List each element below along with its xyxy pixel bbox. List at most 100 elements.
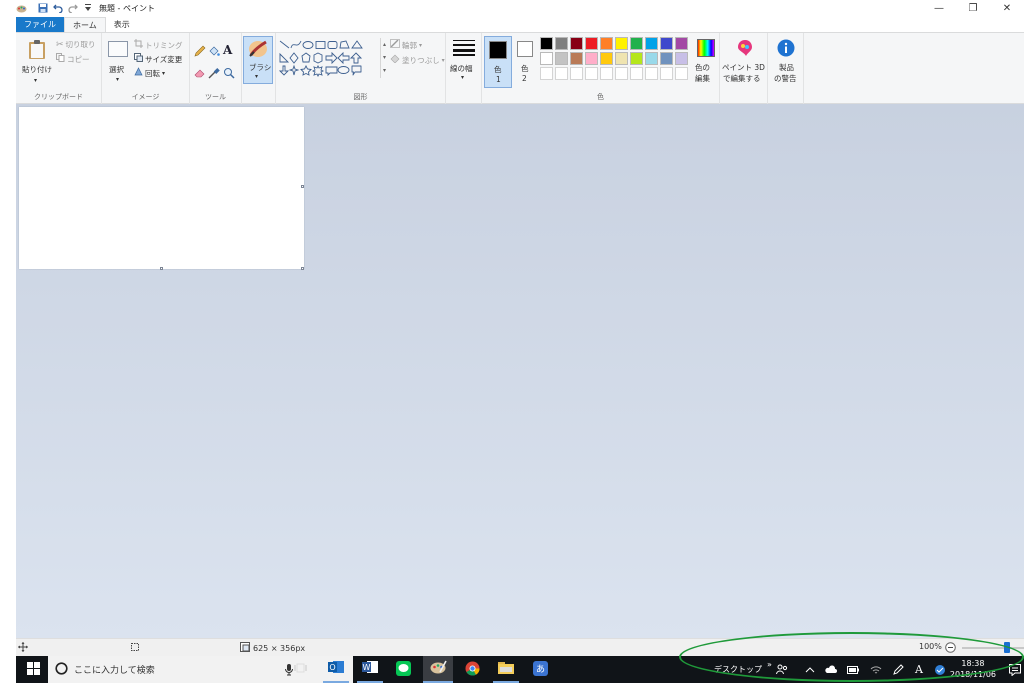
palette-swatch[interactable] xyxy=(675,67,688,80)
pen-workspace-icon[interactable] xyxy=(893,656,904,683)
taskbar-paint[interactable] xyxy=(423,656,453,683)
palette-swatch[interactable] xyxy=(645,67,658,80)
brush-button[interactable]: ブラシ ▾ xyxy=(243,36,273,84)
pencil-icon[interactable] xyxy=(194,45,206,60)
desktop-toolbar[interactable]: デスクトップ » xyxy=(714,656,772,683)
zoom-slider-track[interactable] xyxy=(962,647,1024,649)
line-width-button[interactable]: 線の幅 ▾ xyxy=(448,38,480,88)
taskbar-ime-pad[interactable]: あ xyxy=(527,656,553,683)
ime-mode-icon[interactable]: A xyxy=(915,656,923,683)
start-button[interactable] xyxy=(22,656,44,683)
battery-icon[interactable] xyxy=(847,656,859,683)
save-icon[interactable] xyxy=(37,3,48,14)
edit-with-paint3d-button[interactable]: ペイント 3D で編集する xyxy=(722,38,766,88)
shapes-gallery[interactable] xyxy=(278,38,379,78)
zoom-slider-thumb[interactable] xyxy=(1004,642,1010,653)
color-picker-icon[interactable] xyxy=(208,67,220,82)
toolbar-chevron[interactable]: » xyxy=(767,660,772,669)
redo-icon[interactable] xyxy=(67,3,78,14)
palette-swatch[interactable] xyxy=(585,67,598,80)
palette-swatch[interactable] xyxy=(660,37,673,50)
color2-button[interactable]: 色 2 xyxy=(514,36,536,88)
palette-swatch[interactable] xyxy=(630,37,643,50)
palette-swatch[interactable] xyxy=(600,37,613,50)
people-icon[interactable] xyxy=(776,656,788,683)
cut-button[interactable]: ✂ 切り取り xyxy=(56,39,96,50)
palette-swatch[interactable] xyxy=(570,52,583,65)
rotate-button[interactable]: 回転 ▾ xyxy=(134,67,165,79)
canvas-resize-handle-bottom[interactable] xyxy=(160,267,163,270)
taskbar-line[interactable] xyxy=(390,656,416,683)
zoom-out-icon[interactable] xyxy=(945,642,956,656)
defender-shield-icon[interactable] xyxy=(934,656,946,683)
wifi-icon[interactable] xyxy=(870,656,882,683)
taskbar-outlook[interactable]: O xyxy=(323,656,349,683)
tab-file[interactable]: ファイル xyxy=(16,17,64,32)
undo-icon[interactable] xyxy=(52,3,63,14)
fill-button[interactable]: 塗りつぶし ▾ xyxy=(390,54,445,66)
palette-swatch[interactable] xyxy=(540,37,553,50)
product-alert-button[interactable]: 製品 の警告 xyxy=(770,38,802,88)
palette-swatch[interactable] xyxy=(630,52,643,65)
tab-home[interactable]: ホーム xyxy=(64,17,106,32)
palette-swatch[interactable] xyxy=(615,67,628,80)
palette-swatch[interactable] xyxy=(600,67,613,80)
palette-swatch[interactable] xyxy=(645,52,658,65)
palette-swatch[interactable] xyxy=(600,52,613,65)
canvas-resize-handle-corner[interactable] xyxy=(301,267,304,270)
resize-icon xyxy=(134,53,143,65)
minimize-button[interactable]: — xyxy=(922,0,956,16)
palette-swatch[interactable] xyxy=(540,52,553,65)
palette-swatch[interactable] xyxy=(615,37,628,50)
palette-swatch[interactable] xyxy=(585,37,598,50)
palette-swatch[interactable] xyxy=(540,67,553,80)
palette-swatch[interactable] xyxy=(555,37,568,50)
palette-swatch[interactable] xyxy=(675,37,688,50)
palette-swatch[interactable] xyxy=(570,37,583,50)
restore-button[interactable]: ❐ xyxy=(956,0,990,16)
taskbar-file-explorer[interactable] xyxy=(493,656,519,683)
copy-button[interactable]: コピー xyxy=(56,53,90,65)
taskbar-chrome[interactable] xyxy=(459,656,485,683)
magnifier-icon[interactable] xyxy=(223,67,235,82)
palette-swatch[interactable] xyxy=(660,67,673,80)
crop-button[interactable]: トリミング xyxy=(134,39,183,51)
paste-dropdown-arrow[interactable]: ▾ xyxy=(34,77,37,84)
palette-swatch[interactable] xyxy=(615,52,628,65)
palette-swatch[interactable] xyxy=(585,52,598,65)
action-center-icon[interactable] xyxy=(1009,656,1021,683)
resize-button[interactable]: サイズ変更 xyxy=(134,53,182,65)
close-button[interactable]: ✕ xyxy=(990,0,1024,16)
edit-colors-label-line1: 色の xyxy=(695,63,710,72)
crop-label: トリミング xyxy=(145,40,183,50)
customize-qat-icon[interactable] xyxy=(82,3,93,14)
zoom-percent: 100% xyxy=(919,642,942,651)
tab-view[interactable]: 表示 xyxy=(106,17,138,32)
text-tool-icon[interactable]: A xyxy=(223,43,232,57)
edit-colors-button[interactable]: 色の 編集 xyxy=(692,38,718,88)
palette-swatch[interactable] xyxy=(645,37,658,50)
palette-swatch[interactable] xyxy=(660,52,673,65)
color1-button[interactable]: 色 1 xyxy=(484,36,512,88)
drawing-canvas[interactable] xyxy=(19,107,304,270)
paste-label: 貼り付け xyxy=(22,65,52,74)
outline-button[interactable]: 輪郭 ▾ xyxy=(390,39,422,51)
palette-swatch[interactable] xyxy=(555,52,568,65)
task-view-button[interactable] xyxy=(288,656,312,683)
shapes-scroll[interactable]: ▴ ▾ ▾ xyxy=(380,38,388,78)
taskbar-clock[interactable]: 18:38 2018/11/06 xyxy=(950,658,996,680)
select-dropdown-arrow[interactable]: ▾ xyxy=(116,76,119,83)
paint-app-icon xyxy=(16,3,27,14)
palette-swatch[interactable] xyxy=(555,67,568,80)
eraser-icon[interactable] xyxy=(194,67,206,82)
onedrive-cloud-icon[interactable] xyxy=(824,656,837,683)
taskbar-word[interactable]: W xyxy=(357,656,383,683)
palette-swatch[interactable] xyxy=(675,52,688,65)
fill-bucket-icon[interactable] xyxy=(208,45,220,60)
palette-swatch[interactable] xyxy=(570,67,583,80)
canvas-resize-handle-right[interactable] xyxy=(301,185,304,188)
outline-dropdown-arrow: ▾ xyxy=(419,41,423,49)
palette-swatch[interactable] xyxy=(630,67,643,80)
show-hidden-icons-chevron-icon[interactable] xyxy=(805,656,815,683)
rotate-dropdown-arrow[interactable]: ▾ xyxy=(162,70,165,77)
